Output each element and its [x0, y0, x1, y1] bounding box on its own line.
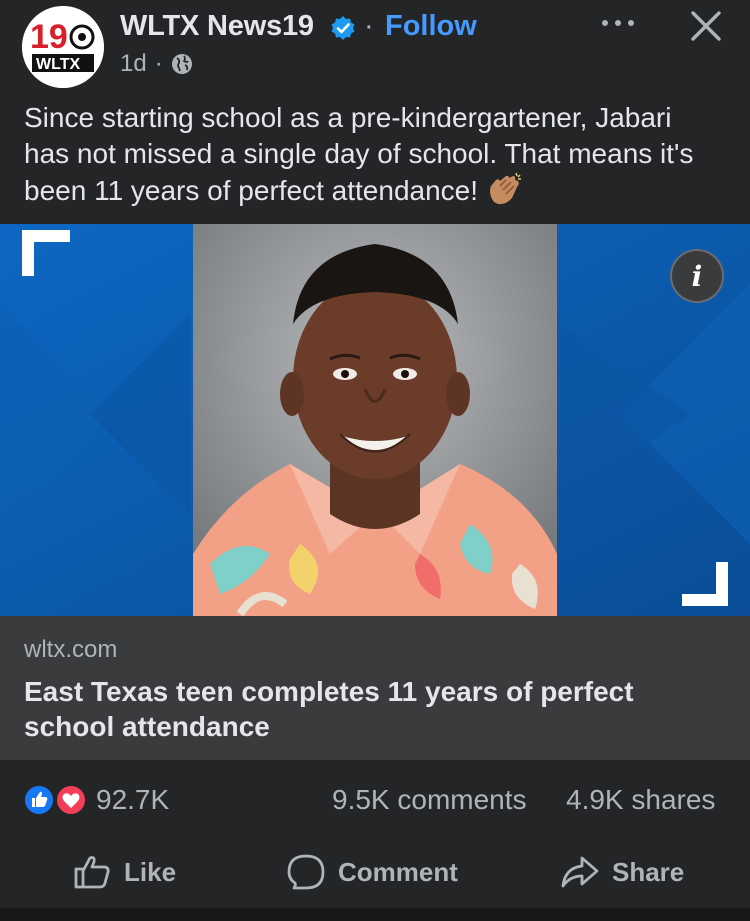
verified-badge-icon: [331, 16, 355, 40]
comments-count[interactable]: 9.5K comments: [332, 784, 527, 816]
like-label: Like: [124, 856, 177, 887]
share-label: Share: [612, 856, 685, 887]
link-title[interactable]: East Texas teen completes 11 years of pe…: [24, 674, 724, 744]
comment-label: Comment: [338, 856, 458, 887]
page-avatar[interactable]: 19 WLTX: [22, 6, 104, 88]
post-header: 19 WLTX WLTX News19 · Follow 1d ·: [0, 0, 750, 92]
svg-text:19: 19: [30, 18, 68, 56]
caption-text: Since starting school as a pre-kindergar…: [24, 102, 694, 206]
post-stats: 92.7K 9.5K comments 4.9K shares: [0, 770, 750, 830]
share-button[interactable]: Share: [560, 850, 684, 894]
post-actions: Like Comment Share: [0, 840, 750, 904]
post-meta: 1d ·: [120, 50, 193, 78]
follow-separator: ·: [364, 10, 374, 42]
comment-bubble-icon: [287, 854, 325, 890]
follow-button[interactable]: Follow: [385, 10, 477, 43]
page-name[interactable]: WLTX News19: [120, 10, 314, 43]
like-button[interactable]: Like: [72, 850, 176, 894]
reaction-icons[interactable]: [22, 783, 92, 817]
shares-count[interactable]: 4.9K shares: [566, 784, 715, 816]
post-image[interactable]: i: [0, 224, 750, 616]
clapping-hands-emoji: [490, 172, 522, 205]
comment-button[interactable]: Comment: [286, 850, 458, 894]
svg-text:WLTX: WLTX: [36, 56, 80, 73]
wltx-logo: 19 WLTX: [22, 6, 104, 88]
link-domain: wltx.com: [24, 636, 118, 663]
post-time[interactable]: 1d: [120, 50, 147, 78]
close-icon[interactable]: [688, 8, 724, 44]
reactions-count[interactable]: 92.7K: [96, 784, 169, 816]
post-divider: [0, 908, 750, 921]
svg-text:i: i: [692, 260, 703, 293]
share-arrow-icon: [561, 856, 599, 888]
thumbs-up-icon: [74, 856, 110, 889]
student-portrait-image: i: [0, 224, 750, 616]
meta-separator: ·: [154, 50, 163, 77]
globe-icon: [171, 54, 192, 74]
more-options-icon[interactable]: [598, 8, 638, 38]
post-caption: Since starting school as a pre-kindergar…: [24, 100, 724, 209]
link-preview[interactable]: wltx.com East Texas teen completes 11 ye…: [0, 616, 750, 760]
